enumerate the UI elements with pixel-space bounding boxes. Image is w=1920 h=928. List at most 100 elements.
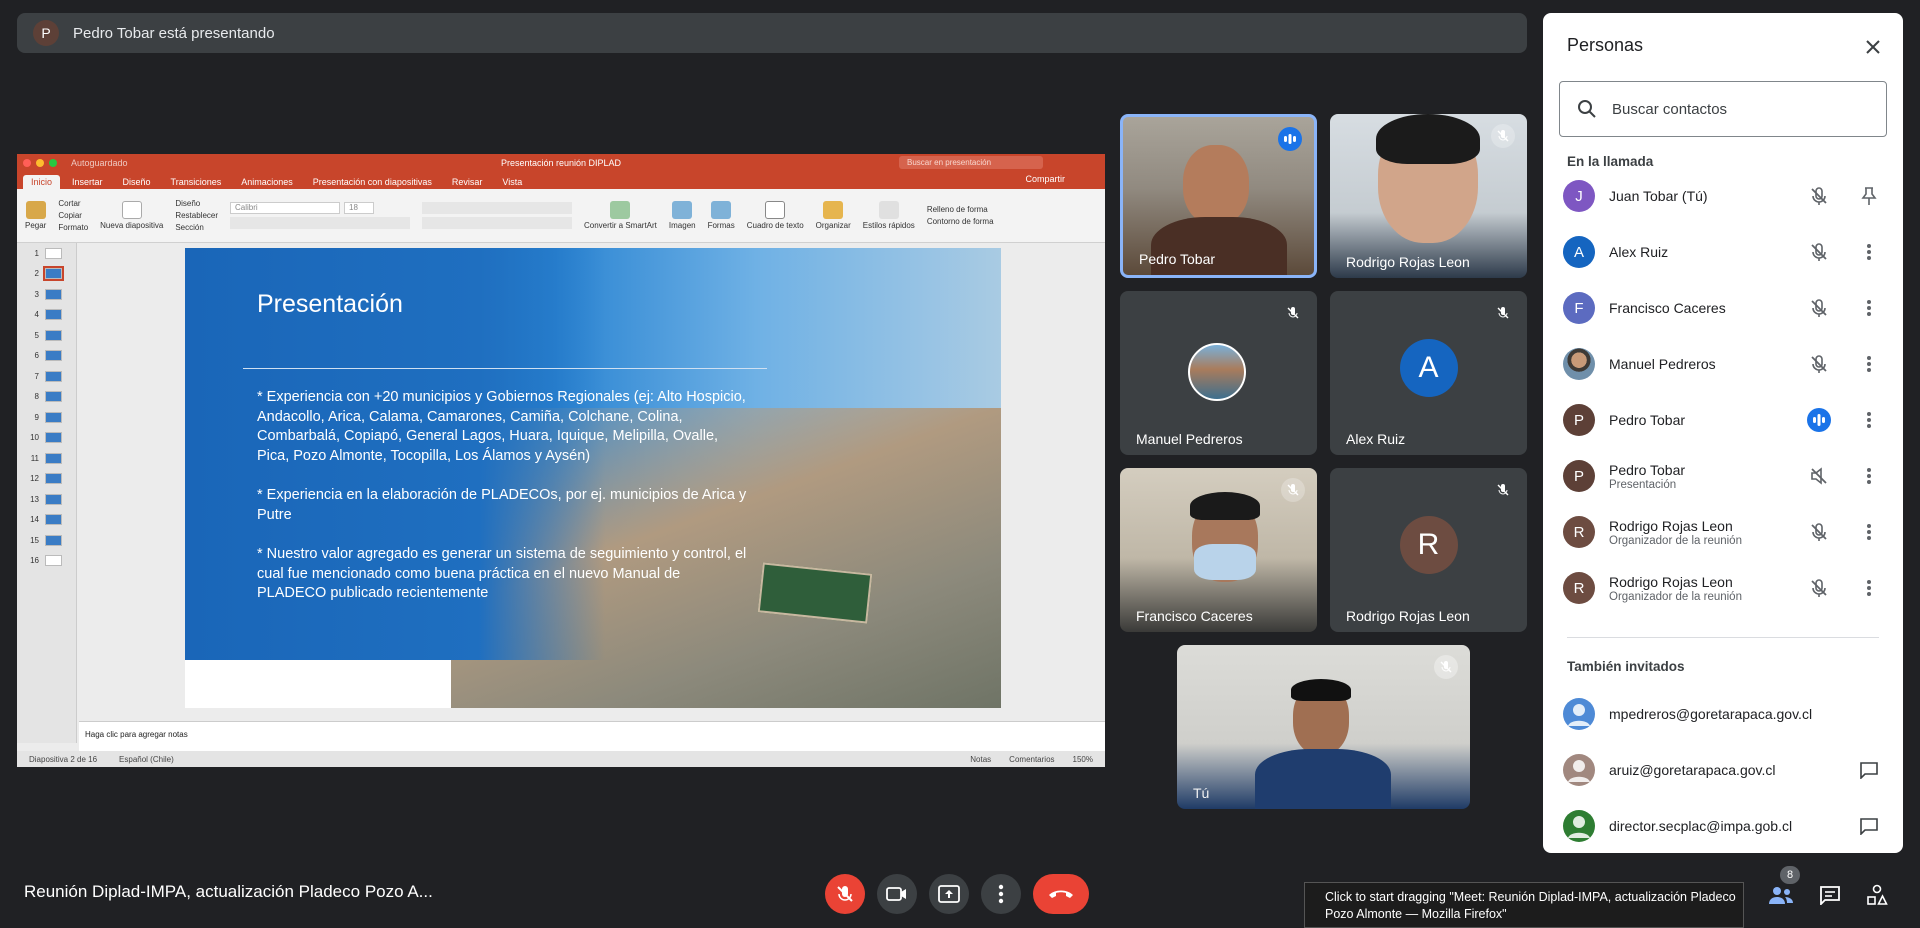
font-format-row [230, 217, 410, 229]
close-icon[interactable] [1859, 33, 1887, 61]
tile-name: Rodrigo Rojas Leon [1346, 254, 1470, 270]
participant-row[interactable]: P Pedro Tobar Presentación [1543, 448, 1903, 504]
ppt-ribbon: Pegar Cortar Copiar Formato Nueva diapos… [17, 189, 1105, 243]
shared-screen: Autoguardado Presentación reunión DIPLAD… [17, 154, 1105, 767]
tile-manuel-pedreros[interactable]: Manuel Pedreros [1120, 291, 1317, 455]
participant-row[interactable]: P Pedro Tobar [1543, 392, 1903, 448]
paragraph-group [422, 202, 572, 229]
more-vert-icon[interactable] [1857, 576, 1881, 600]
pin-icon[interactable] [1857, 184, 1881, 208]
tile-name: Pedro Tobar [1139, 251, 1216, 267]
image-group: Imagen [669, 201, 696, 230]
invited-row[interactable]: director.secplac@impa.gob.cl [1543, 798, 1903, 854]
tile-name: Francisco Caceres [1136, 608, 1253, 624]
ppt-tab-transiciones: Transiciones [170, 177, 222, 187]
font-box: Calibri [230, 202, 340, 214]
participant-name: Pedro Tobar [1609, 461, 1686, 478]
slide-thumbnail-image [45, 473, 62, 485]
ppt-tab-inicio: Inicio [23, 175, 61, 189]
slide-thumbnail: 6 [17, 346, 76, 367]
slide-white-strip [185, 660, 451, 708]
invited-email: mpedreros@goretarapaca.gov.cl [1609, 706, 1813, 722]
tile-alex-ruiz[interactable]: A Alex Ruiz [1330, 291, 1527, 455]
paste-group: Pegar [25, 201, 46, 230]
mic-toggle-button[interactable] [825, 874, 865, 914]
clipboard-group: Cortar Copiar Formato [58, 199, 88, 232]
slide-thumbnail-image [45, 247, 62, 259]
invited-email: aruiz@goretarapaca.gov.cl [1609, 762, 1776, 778]
participant-info: Manuel Pedreros [1609, 356, 1716, 372]
activities-button[interactable] [1862, 880, 1892, 910]
language: Español (Chile) [119, 754, 174, 764]
tile-rodrigo-rojas[interactable]: R Rodrigo Rojas Leon [1330, 468, 1527, 632]
camera-toggle-button[interactable] [877, 874, 917, 914]
more-vert-icon[interactable] [1857, 520, 1881, 544]
invited-row[interactable]: aruiz@goretarapaca.gov.cl [1543, 742, 1903, 798]
notes-toggle: Notas [970, 754, 992, 764]
participant-row[interactable]: J Juan Tobar (Tú) [1543, 168, 1903, 224]
participant-row[interactable]: F Francisco Caceres [1543, 280, 1903, 336]
slide-thumbnail: 9 [17, 407, 76, 428]
search-contacts-input[interactable]: Buscar contactos [1559, 81, 1887, 137]
shape-format-group: Relleno de forma Contorno de forma [927, 205, 994, 226]
chat-icon[interactable] [1857, 758, 1881, 782]
mic-off-icon [837, 886, 853, 902]
tile-francisco-caceres[interactable]: Francisco Caceres [1120, 468, 1317, 632]
participant-row[interactable]: Manuel Pedreros [1543, 336, 1903, 392]
more-vert-icon[interactable] [1857, 464, 1881, 488]
mic-off-icon[interactable] [1807, 184, 1831, 208]
avatar-letter: R [1399, 516, 1458, 574]
section-label: Sección [175, 223, 204, 232]
shapes-group: Formas [708, 201, 735, 230]
comments-toggle: Comentarios [1009, 754, 1055, 764]
more-vert-icon[interactable] [1857, 352, 1881, 376]
more-options-button[interactable] [981, 874, 1021, 914]
styles-group: Estilos rápidos [863, 201, 915, 230]
tile-pedro-tobar[interactable]: Pedro Tobar [1120, 114, 1317, 278]
mic-off-icon [1491, 478, 1515, 502]
also-invited-label: También invitados [1567, 659, 1685, 674]
styles-icon [878, 201, 899, 219]
statusbar-right: Notas Comentarios 150% [970, 755, 1093, 764]
more-vert-icon[interactable] [1857, 240, 1881, 264]
mic-off-icon[interactable] [1807, 296, 1831, 320]
invited-row[interactable]: mpedreros@goretarapaca.gov.cl [1543, 686, 1903, 742]
more-vert-icon[interactable] [1857, 408, 1881, 432]
person-hair [1291, 679, 1351, 701]
mic-off-icon[interactable] [1807, 352, 1831, 376]
mic-off-icon[interactable] [1807, 520, 1831, 544]
slide-thumbnail-number: 9 [34, 412, 39, 422]
tile-self[interactable]: Tú [1177, 645, 1470, 809]
chat-icon[interactable] [1857, 814, 1881, 838]
invited-avatar-icon [1563, 754, 1595, 786]
mic-off-icon[interactable] [1807, 240, 1831, 264]
speaking-icon[interactable] [1807, 408, 1831, 432]
chat-button[interactable] [1815, 880, 1845, 910]
textbox-group: Cuadro de texto [747, 201, 804, 230]
present-button[interactable] [929, 874, 969, 914]
slide-thumbnail: 16 [17, 551, 76, 572]
more-vert-icon[interactable] [1857, 296, 1881, 320]
people-button[interactable] [1766, 880, 1796, 910]
participant-row[interactable]: R Rodrigo Rojas Leon Organizador de la reu… [1543, 504, 1903, 560]
smartart-icon [610, 201, 631, 219]
leave-call-button[interactable] [1033, 874, 1089, 914]
panel-divider [1567, 637, 1879, 638]
in-call-label: En la llamada [1567, 154, 1654, 169]
more-vert-icon [998, 884, 1004, 904]
participant-row[interactable]: R Rodrigo Rojas Leon Organizador de la reu… [1543, 560, 1903, 616]
ppt-tab-insertar: Insertar [72, 177, 103, 187]
slide-thumbnail: 1 [17, 243, 76, 264]
mic-off-icon[interactable] [1807, 576, 1831, 600]
shapes-icon [711, 201, 732, 219]
mic-off-icon [1281, 301, 1305, 325]
present-screen-icon [938, 885, 960, 903]
volume-off-icon[interactable] [1807, 464, 1831, 488]
tile-name: Manuel Pedreros [1136, 431, 1243, 447]
slide-thumbnails: 1 2 3 4 5 6 7 8 9 10 11 12 13 14 15 16 [17, 243, 77, 743]
participant-row[interactable]: A Alex Ruiz [1543, 224, 1903, 280]
tile-rodrigo-video[interactable]: Rodrigo Rojas Leon [1330, 114, 1527, 278]
tile-name: Rodrigo Rojas Leon [1346, 608, 1470, 624]
invited-info: aruiz@goretarapaca.gov.cl [1609, 762, 1775, 778]
drag-tooltip: Click to start dragging "Meet: Reunión D… [1304, 882, 1744, 928]
